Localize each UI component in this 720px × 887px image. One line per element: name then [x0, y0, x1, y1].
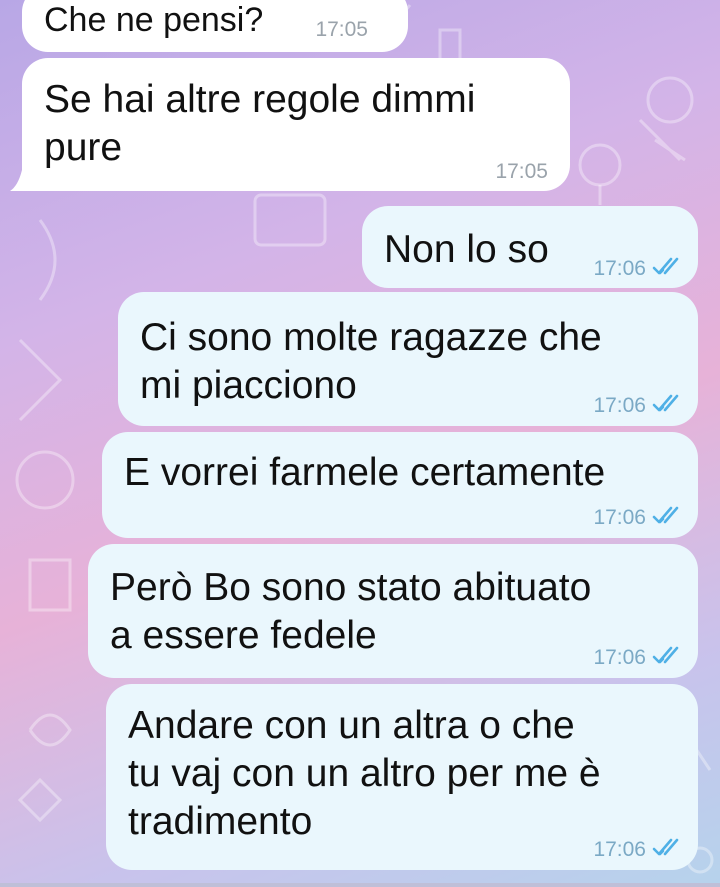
- message-time: 17:06: [593, 257, 646, 280]
- message-bubble-incoming[interactable]: Se hai altre regole dimmi pure 17:05: [22, 58, 570, 191]
- message-time: 17:06: [593, 394, 646, 417]
- message-time: 17:05: [495, 160, 548, 183]
- double-check-read-icon: [652, 257, 679, 275]
- message-time: 17:06: [593, 506, 646, 529]
- double-check-read-icon: [652, 646, 679, 664]
- message-bubble-incoming[interactable]: Che ne pensi? 17:05: [22, 0, 408, 52]
- message-text: E vorrei farmele certamente: [124, 451, 606, 494]
- message-text: Ci sono molte ragazze che mi piacciono: [140, 316, 602, 407]
- message-text: Che ne pensi?: [44, 1, 264, 39]
- double-check-read-icon: [652, 506, 679, 524]
- double-check-read-icon: [652, 394, 679, 412]
- message-bubble-outgoing[interactable]: Andare con un altra o che tu vaj con un …: [106, 684, 698, 870]
- message-bubble-outgoing[interactable]: E vorrei farmele certamente 17:06: [102, 432, 698, 538]
- bubble-tail: [10, 170, 32, 191]
- message-time: 17:06: [593, 838, 646, 861]
- message-bubble-outgoing[interactable]: Ci sono molte ragazze che mi piacciono 1…: [118, 292, 698, 426]
- message-bubble-outgoing[interactable]: Non lo so 17:06: [362, 206, 698, 288]
- message-bubble-outgoing[interactable]: Però Bo sono stato abituato a essere fed…: [88, 544, 698, 678]
- bottom-edge: [0, 883, 720, 887]
- message-time: 17:05: [315, 18, 368, 41]
- message-text: Però Bo sono stato abituato a essere fed…: [110, 566, 592, 657]
- double-check-read-icon: [652, 838, 679, 856]
- message-text: Non lo so: [384, 228, 549, 271]
- message-time: 17:06: [593, 646, 646, 669]
- message-text: Andare con un altra o che tu vaj con un …: [128, 704, 601, 843]
- message-text: Se hai altre regole dimmi pure: [44, 78, 476, 169]
